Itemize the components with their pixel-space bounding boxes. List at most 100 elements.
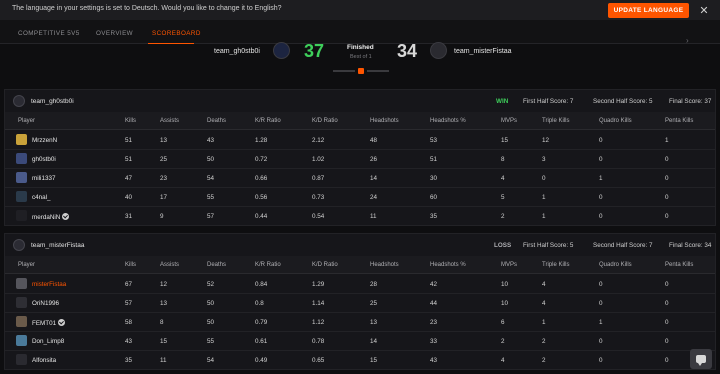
stat-cell: 0.56 (255, 194, 268, 201)
column-header[interactable]: Headshots % (430, 262, 466, 268)
player-name[interactable]: OriN1996 (32, 300, 59, 307)
column-header[interactable]: K/D Ratio (312, 118, 338, 124)
avatar[interactable] (16, 297, 27, 308)
column-header[interactable]: Quadro Kills (599, 262, 632, 268)
table-row[interactable]: misterFistaa 67 12 52 0.84 1.29 28 42 10 4 0 0 (5, 275, 715, 294)
team1-name[interactable]: team_gh0stb0i (214, 48, 260, 55)
team-avatar[interactable] (13, 239, 25, 251)
column-header[interactable]: Player (18, 118, 35, 124)
column-header[interactable]: Triple Kills (542, 262, 569, 268)
update-language-button[interactable]: UPDATE LANGUAGE (608, 3, 689, 18)
stat-cell: 0 (599, 156, 603, 163)
player-name-cell[interactable]: Don_Limp8 (32, 338, 64, 345)
player-name-cell[interactable]: misterFistaa (32, 281, 66, 288)
column-header[interactable]: K/R Ratio (255, 118, 281, 124)
team1-score: 37 (304, 41, 325, 61)
player-name-cell[interactable]: gh0stb0i (32, 156, 56, 163)
player-name-cell[interactable]: merdaNiN (32, 213, 70, 221)
stat-cell: 23 (430, 319, 438, 326)
stat-cell: 1 (599, 319, 603, 326)
column-header[interactable]: Penta Kills (665, 262, 693, 268)
player-name-cell[interactable]: mili1337 (32, 175, 55, 182)
column-header[interactable]: Triple Kills (542, 118, 569, 124)
chat-button[interactable] (690, 349, 712, 369)
table-row[interactable]: FEMT01 58 8 50 0.79 1.12 13 23 6 1 1 0 (5, 313, 715, 332)
stat-cell: 0.66 (255, 175, 268, 182)
avatar[interactable] (16, 172, 27, 183)
player-name[interactable]: misterFistaa (32, 281, 66, 288)
stat-cell: 51 (125, 137, 133, 144)
tab-scoreboard[interactable]: SCOREBOARD (152, 30, 201, 37)
table-row[interactable]: MrzzenN 51 13 43 1.28 2.12 48 53 15 12 0 1 (5, 131, 715, 150)
column-header[interactable]: Deaths (207, 118, 226, 124)
stat-cell: 0 (665, 156, 669, 163)
stat-cell: 57 (125, 300, 133, 307)
column-header[interactable]: Headshots % (430, 118, 466, 124)
stat-cell: 0 (665, 338, 669, 345)
player-name-cell[interactable]: FEMT01 (32, 319, 66, 327)
tab-overview[interactable]: OVERVIEW (96, 30, 133, 37)
player-name-cell[interactable]: OriN1996 (32, 300, 59, 307)
player-name[interactable]: MrzzenN (32, 137, 57, 144)
chevron-right-icon[interactable]: › (686, 36, 689, 45)
column-header[interactable]: Kills (125, 262, 136, 268)
stat-cell: 4 (501, 175, 505, 182)
avatar[interactable] (16, 134, 27, 145)
avatar[interactable] (16, 354, 27, 365)
team-avatar[interactable] (13, 95, 25, 107)
player-name[interactable]: c4nal_ (32, 194, 51, 201)
team2-name[interactable]: team_misterFistaa (454, 48, 512, 55)
stat-cell: 1 (542, 319, 546, 326)
stat-cell: 58 (125, 319, 133, 326)
avatar[interactable] (16, 191, 27, 202)
player-name[interactable]: Alfonsita (32, 357, 56, 364)
table-row[interactable]: Don_Limp8 43 15 55 0.61 0.78 14 33 2 2 0 0 (5, 332, 715, 351)
avatar[interactable] (16, 210, 27, 221)
stat-cell: 55 (207, 338, 215, 345)
player-name[interactable]: FEMT01 (32, 320, 56, 327)
column-header[interactable]: Assists (160, 118, 179, 124)
column-header[interactable]: Penta Kills (665, 118, 693, 124)
player-name-cell[interactable]: Alfonsita (32, 357, 56, 364)
team-name[interactable]: team_gh0stb0i (31, 98, 74, 105)
table-row[interactable]: Alfonsita 35 11 54 0.49 0.65 15 43 4 2 0 0 (5, 351, 715, 370)
stat-cell: 1 (599, 175, 603, 182)
team1-avatar[interactable] (273, 42, 290, 59)
stat-cell: 0 (665, 213, 669, 220)
column-header[interactable]: K/R Ratio (255, 262, 281, 268)
stat-cell: 11 (370, 213, 377, 220)
table-row[interactable]: merdaNiN 31 9 57 0.44 0.54 11 35 2 1 0 0 (5, 207, 715, 226)
team2-avatar[interactable] (430, 42, 447, 59)
column-header[interactable]: Player (18, 262, 35, 268)
team-name[interactable]: team_misterFistaa (31, 242, 84, 249)
stat-cell: 1 (542, 194, 546, 201)
player-name[interactable]: Don_Limp8 (32, 338, 64, 345)
table-row[interactable]: OriN1996 57 13 50 0.8 1.14 25 44 10 4 0 0 (5, 294, 715, 313)
column-header[interactable]: Quadro Kills (599, 118, 632, 124)
close-icon[interactable]: ✕ (697, 2, 711, 18)
avatar[interactable] (16, 335, 27, 346)
player-name[interactable]: gh0stb0i (32, 156, 56, 163)
table-row[interactable]: gh0stb0i 51 25 50 0.72 1.02 26 51 8 3 0 0 (5, 150, 715, 169)
avatar[interactable] (16, 153, 27, 164)
table-row[interactable]: c4nal_ 40 17 55 0.56 0.73 24 60 5 1 0 0 (5, 188, 715, 207)
column-header[interactable]: Assists (160, 262, 179, 268)
player-name[interactable]: merdaNiN (32, 214, 60, 221)
avatar[interactable] (16, 316, 27, 327)
player-name-cell[interactable]: MrzzenN (32, 137, 57, 144)
column-header[interactable]: MVPs (501, 118, 517, 124)
stat-cell: 8 (160, 319, 164, 326)
column-header[interactable]: K/D Ratio (312, 262, 338, 268)
player-name[interactable]: mili1337 (32, 175, 55, 182)
column-header[interactable]: Kills (125, 118, 136, 124)
player-name-cell[interactable]: c4nal_ (32, 194, 51, 201)
stat-cell: 30 (430, 175, 438, 182)
column-header[interactable]: Headshots (370, 262, 399, 268)
tab-competitive[interactable]: COMPETITIVE 5V5 (18, 30, 80, 37)
table-row[interactable]: mili1337 47 23 54 0.66 0.87 14 30 4 0 1 0 (5, 169, 715, 188)
column-header[interactable]: Deaths (207, 262, 226, 268)
stat-cell: 15 (370, 357, 378, 364)
column-header[interactable]: Headshots (370, 118, 399, 124)
column-header[interactable]: MVPs (501, 262, 517, 268)
avatar[interactable] (16, 278, 27, 289)
